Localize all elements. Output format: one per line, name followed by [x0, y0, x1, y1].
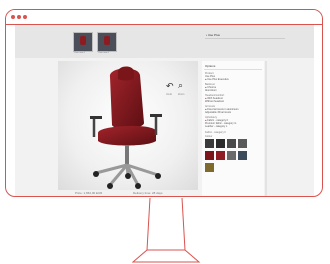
monitor-stand: [131, 197, 201, 263]
